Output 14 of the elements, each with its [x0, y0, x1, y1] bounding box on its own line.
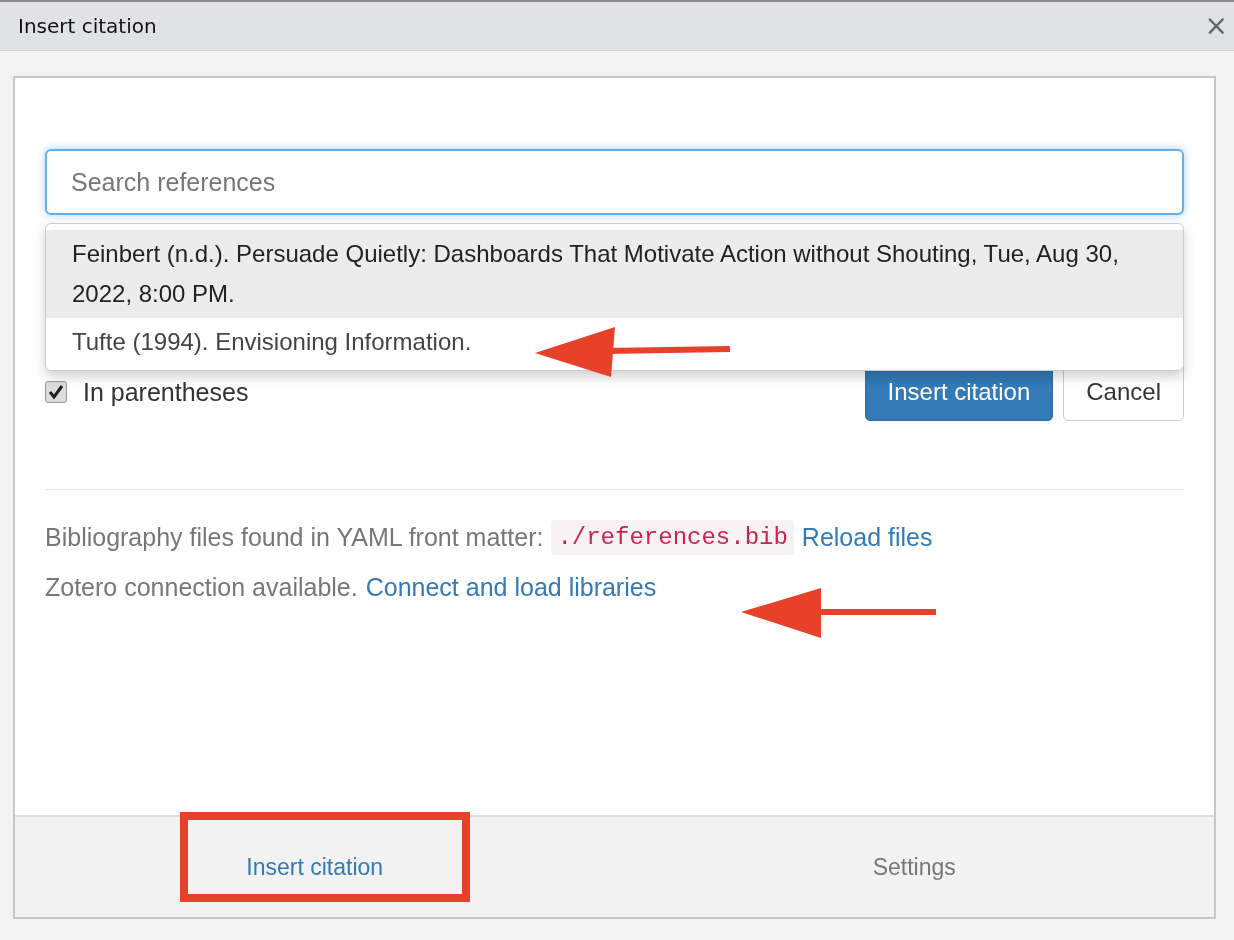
source-text: Bibliography files found in YAML front matter: — [45, 523, 544, 552]
close-button[interactable]: × — [1198, 12, 1234, 40]
tab[interactable]: Settings — [614, 817, 1214, 917]
link[interactable]: Connect and load libraries — [365, 573, 657, 602]
tab[interactable]: Insert citation — [15, 817, 615, 917]
search-field[interactable]: Search references — [45, 149, 1184, 215]
file-path: ./references.bib — [551, 520, 794, 555]
suggestion-item[interactable]: Tufte (1994). Envisioning Information. — [46, 318, 1183, 366]
checkbox-label: In parentheses — [83, 377, 249, 407]
checkbox[interactable] — [45, 381, 67, 403]
suggestion-item[interactable]: Feinbert (n.d.). Persuade Quietly: Dashboards That Motivate Action without Shouting, Tue, Aug 30, 2022, 8:00 PM. — [46, 230, 1183, 318]
link[interactable]: Reload files — [801, 523, 933, 552]
dialog-title: Insert citation — [18, 14, 157, 38]
source-text: Zotero connection available. — [45, 573, 358, 602]
